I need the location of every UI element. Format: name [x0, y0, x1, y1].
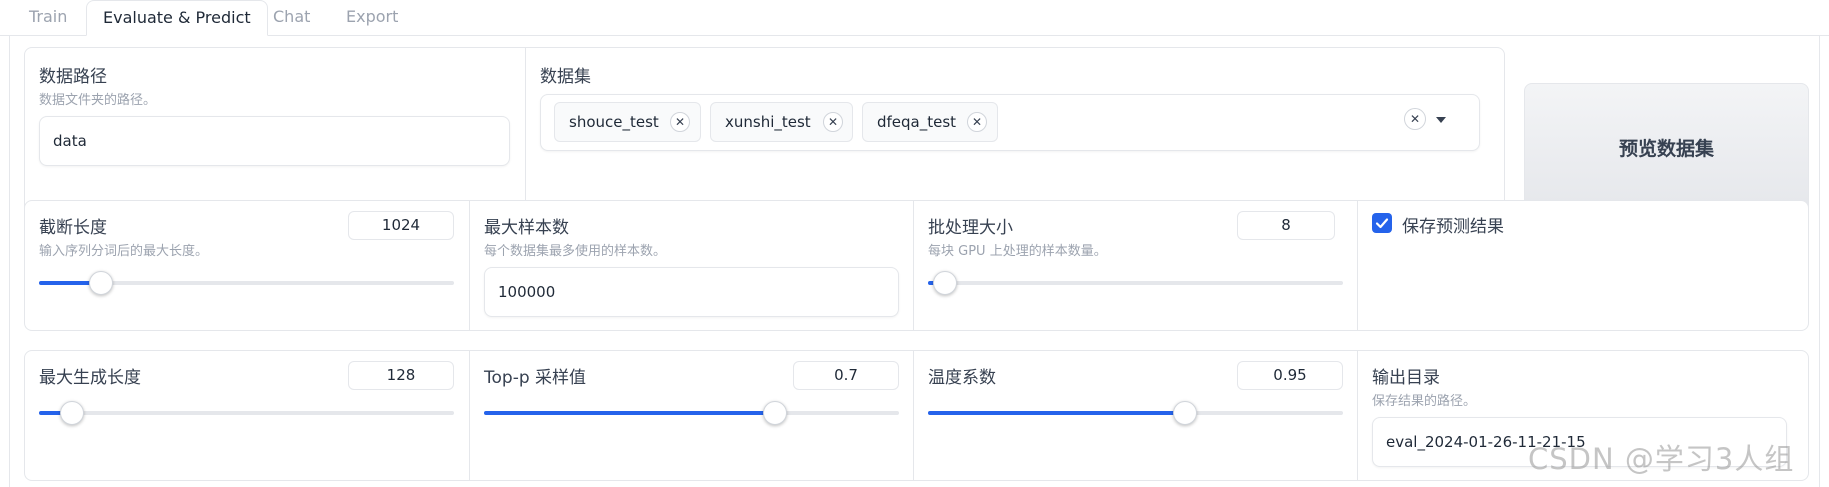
dataset-token: dfeqa_test ✕	[862, 102, 998, 142]
tab-bar: Train Evaluate & Predict Chat Export	[0, 0, 1829, 36]
output-dir-label: 输出目录	[1372, 368, 1440, 388]
dataset-token-label: shouce_test	[569, 113, 659, 131]
checkmark-icon	[1375, 218, 1389, 229]
dataset-dir-info: 数据文件夹的路径。	[39, 93, 157, 108]
slider-thumb[interactable]	[762, 401, 787, 425]
dataset-token-label: xunshi_test	[725, 113, 811, 131]
remove-token-icon[interactable]: ✕	[967, 112, 987, 132]
max-samples-label: 最大样本数	[484, 218, 569, 238]
slider-thumb[interactable]	[932, 271, 957, 295]
temperature-number[interactable]: 0.95	[1237, 361, 1343, 390]
top-p-label: Top-p 采样值	[484, 368, 587, 388]
output-dir-info: 保存结果的路径。	[1372, 394, 1477, 409]
max-samples-input[interactable]: 100000	[484, 267, 899, 317]
top-p-number[interactable]: 0.7	[793, 361, 899, 390]
dataset-dropdown[interactable]: shouce_test ✕ xunshi_test ✕ dfeqa_test ✕…	[540, 94, 1480, 151]
slider-track	[39, 411, 454, 415]
dataset-token: xunshi_test ✕	[710, 102, 853, 142]
dataset-token: shouce_test ✕	[554, 102, 701, 142]
clear-selection-icon[interactable]: ✕	[1404, 108, 1426, 130]
cutoff-len-number[interactable]: 1024	[348, 211, 454, 240]
cutoff-len-slider[interactable]	[39, 271, 454, 295]
slider-thumb[interactable]	[60, 401, 85, 425]
max-new-tokens-slider[interactable]	[39, 401, 454, 425]
batch-size-info: 每块 GPU 上处理的样本数量。	[928, 244, 1107, 259]
max-samples-block: 最大样本数 每个数据集最多使用的样本数。 100000	[469, 201, 913, 330]
top-p-block: Top-p 采样值 0.7	[469, 351, 913, 480]
batch-size-label: 批处理大小	[928, 218, 1013, 238]
batch-size-block: 批处理大小 每块 GPU 上处理的样本数量。 8	[913, 201, 1357, 330]
cutoff-len-info: 输入序列分词后的最大长度。	[39, 244, 209, 259]
tab-evaluate-predict[interactable]: Evaluate & Predict	[86, 0, 268, 36]
temperature-label: 温度系数	[928, 368, 996, 388]
max-samples-info: 每个数据集最多使用的样本数。	[484, 244, 667, 259]
tab-panel: 数据路径 数据文件夹的路径。 data 数据集 shouce_test ✕ xu…	[9, 35, 1820, 487]
dataset-label: 数据集	[540, 67, 591, 87]
dataset-block: 数据集 shouce_test ✕ xunshi_test ✕ dfeqa_te…	[525, 48, 1505, 214]
dataset-dir-input[interactable]: data	[39, 116, 510, 166]
top-p-slider[interactable]	[484, 401, 899, 425]
watermark: CSDN @学习3人组	[1528, 442, 1795, 476]
dataset-dir-block: 数据路径 数据文件夹的路径。 data	[25, 48, 525, 214]
slider-track	[928, 281, 1343, 285]
max-new-tokens-number[interactable]: 128	[348, 361, 454, 390]
cutoff-len-block: 截断长度 输入序列分词后的最大长度。 1024	[25, 201, 469, 330]
remove-token-icon[interactable]: ✕	[670, 112, 690, 132]
generation-config-panel: 截断长度 输入序列分词后的最大长度。 1024 最大样本数 每个数据集最多使用的…	[24, 200, 1809, 331]
slider-fill	[928, 411, 1186, 415]
predict-label: 保存预测结果	[1402, 217, 1504, 237]
max-new-tokens-block: 最大生成长度 128	[25, 351, 469, 480]
slider-thumb[interactable]	[1173, 401, 1198, 425]
tab-chat[interactable]: Chat	[273, 0, 310, 36]
cutoff-len-label: 截断长度	[39, 218, 107, 238]
dataset-dir-label: 数据路径	[39, 67, 107, 87]
tab-export[interactable]: Export	[346, 0, 398, 36]
predict-checkbox[interactable]	[1372, 213, 1392, 233]
batch-size-slider[interactable]	[928, 271, 1343, 295]
chevron-down-icon[interactable]	[1436, 117, 1446, 123]
preview-dataset-button[interactable]: 预览数据集	[1524, 83, 1809, 215]
tab-train[interactable]: Train	[29, 0, 67, 36]
max-new-tokens-label: 最大生成长度	[39, 368, 141, 388]
batch-size-number[interactable]: 8	[1237, 211, 1335, 240]
remove-token-icon[interactable]: ✕	[823, 112, 843, 132]
dataset-panel: 数据路径 数据文件夹的路径。 data 数据集 shouce_test ✕ xu…	[24, 47, 1505, 215]
slider-fill	[484, 411, 775, 415]
slider-thumb[interactable]	[89, 271, 114, 295]
temperature-slider[interactable]	[928, 401, 1343, 425]
temperature-block: 温度系数 0.95	[913, 351, 1357, 480]
dataset-token-label: dfeqa_test	[877, 113, 957, 131]
predict-block: 保存预测结果	[1357, 201, 1809, 330]
